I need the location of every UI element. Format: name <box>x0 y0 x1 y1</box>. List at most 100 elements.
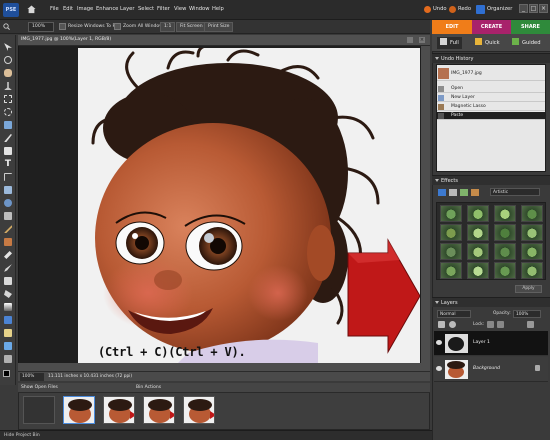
bin-actions-menu[interactable]: Bin Actions <box>136 385 161 390</box>
smart-brush-tool-icon[interactable] <box>4 277 12 285</box>
zoom-level-field[interactable]: 100% <box>28 22 54 32</box>
undo-history-item[interactable]: Open <box>437 85 545 93</box>
photo-effects-icon[interactable] <box>460 189 468 196</box>
menu-layer[interactable]: Layer <box>120 6 134 12</box>
tab-guided-edit[interactable]: Guided <box>512 37 541 49</box>
minimize-icon[interactable]: _ <box>519 4 528 13</box>
undo-history-item[interactable]: Magnetic Lasso <box>437 103 545 111</box>
healing-brush-tool-icon[interactable] <box>4 225 12 233</box>
collapse-triangle-icon[interactable] <box>435 301 439 304</box>
brush-tool-icon[interactable] <box>4 264 12 272</box>
new-layer-icon[interactable] <box>438 321 445 328</box>
undo-button[interactable]: Undo <box>433 6 447 12</box>
straighten-tool-icon[interactable] <box>4 212 12 220</box>
layer-name[interactable]: Background <box>473 366 500 371</box>
clone-stamp-tool-icon[interactable] <box>4 238 12 246</box>
menu-image[interactable]: Image <box>77 6 93 12</box>
bin-thumbnail[interactable] <box>103 396 135 424</box>
bin-thumbnail[interactable] <box>23 396 55 424</box>
effect-thumbnail[interactable] <box>467 262 489 279</box>
crop-tool-icon[interactable] <box>4 173 12 181</box>
collapse-triangle-icon[interactable] <box>435 57 439 60</box>
effects-header[interactable]: Effects <box>432 175 550 185</box>
hand-tool-icon[interactable] <box>4 69 12 77</box>
lock-all-icon[interactable] <box>497 321 504 328</box>
effect-thumbnail[interactable] <box>467 243 489 260</box>
quick-selection-tool-icon[interactable] <box>4 134 12 142</box>
resize-windows-checkbox[interactable] <box>59 23 66 30</box>
visibility-eye-icon[interactable] <box>436 340 442 345</box>
horizontal-scrollbar[interactable] <box>18 363 421 371</box>
sponge-tool-icon[interactable] <box>4 342 12 350</box>
hide-project-bin-button[interactable]: Hide Project Bin <box>4 433 40 438</box>
effect-thumbnail[interactable] <box>494 224 516 241</box>
effect-thumbnail[interactable] <box>494 243 516 260</box>
effect-thumbnail[interactable] <box>440 224 462 241</box>
layer-name[interactable]: Layer 1 <box>473 340 490 345</box>
menu-edit[interactable]: Edit <box>63 6 73 12</box>
tab-create[interactable]: CREATE <box>472 20 511 34</box>
visibility-eye-icon[interactable] <box>436 366 442 371</box>
trash-icon[interactable] <box>527 321 534 328</box>
layer-styles-icon[interactable] <box>449 189 457 196</box>
paint-bucket-tool-icon[interactable] <box>4 290 12 298</box>
shape-tool-icon[interactable] <box>4 316 12 324</box>
marquee-tool-icon[interactable] <box>4 95 12 103</box>
bin-thumbnail[interactable] <box>143 396 175 424</box>
effect-thumbnail[interactable] <box>521 262 543 279</box>
close-icon[interactable]: × <box>539 4 548 13</box>
layer-row-selected[interactable]: Layer 1 <box>434 331 548 356</box>
all-effects-icon[interactable] <box>471 189 479 196</box>
fit-screen-button[interactable]: Fit Screen <box>176 22 207 32</box>
vertical-scrollbar[interactable] <box>421 46 430 371</box>
bin-thumbnail-selected[interactable] <box>63 396 95 424</box>
move-tool-icon[interactable] <box>4 43 12 51</box>
organizer-icon[interactable] <box>476 5 485 14</box>
effect-thumbnail[interactable] <box>494 205 516 222</box>
gradient-tool-icon[interactable] <box>4 303 12 311</box>
bin-thumbnail[interactable] <box>183 396 215 424</box>
layer-row[interactable]: Background <box>434 357 548 382</box>
show-open-files-dropdown[interactable]: Show Open Files <box>21 385 58 390</box>
recompose-tool-icon[interactable] <box>4 186 12 194</box>
effect-thumbnail[interactable] <box>521 205 543 222</box>
pencil-tool-icon[interactable] <box>4 355 12 363</box>
organizer-button[interactable]: Organizer <box>487 6 512 12</box>
redo-button[interactable]: Redo <box>458 6 471 12</box>
status-zoom-field[interactable]: 100% <box>20 373 44 381</box>
effects-category-dropdown[interactable]: Artistic <box>490 188 540 196</box>
blend-mode-dropdown[interactable]: Normal <box>437 310 471 318</box>
actual-pixels-button[interactable]: 1:1 <box>160 22 176 32</box>
effect-thumbnail[interactable] <box>494 262 516 279</box>
menu-enhance[interactable]: Enhance <box>96 6 118 12</box>
document-minimize-icon[interactable] <box>407 37 413 43</box>
zoom-all-windows-checkbox[interactable] <box>114 23 121 30</box>
foreground-color-swatch[interactable] <box>3 370 10 377</box>
effect-thumbnail[interactable] <box>440 205 462 222</box>
type-tool-icon[interactable]: T <box>4 160 12 169</box>
menu-file[interactable]: File <box>50 6 59 12</box>
lock-transparent-icon[interactable] <box>487 321 494 328</box>
menu-select[interactable]: Select <box>138 6 154 12</box>
magic-wand-tool-icon[interactable] <box>4 121 12 129</box>
tab-edit[interactable]: EDIT <box>432 20 472 34</box>
apply-effect-button[interactable]: Apply <box>515 285 542 293</box>
eraser-tool-icon[interactable] <box>4 251 12 259</box>
cookie-cutter-tool-icon[interactable] <box>4 199 12 207</box>
lasso-tool-icon[interactable] <box>4 108 12 116</box>
effect-thumbnail[interactable] <box>521 243 543 260</box>
collapse-triangle-icon[interactable] <box>435 179 439 182</box>
menu-help[interactable]: Help <box>212 6 224 12</box>
zoom-tool-icon[interactable] <box>4 56 12 64</box>
maximize-icon[interactable]: □ <box>529 4 538 13</box>
effect-thumbnail[interactable] <box>467 224 489 241</box>
document-close-icon[interactable]: × <box>419 37 425 43</box>
undo-history-item[interactable]: New Layer <box>437 94 545 102</box>
menu-view[interactable]: View <box>174 6 186 12</box>
undo-history-item-selected[interactable]: Paste <box>437 112 545 120</box>
opacity-field[interactable]: 100% <box>513 310 541 318</box>
effect-thumbnail[interactable] <box>521 224 543 241</box>
effect-thumbnail[interactable] <box>440 262 462 279</box>
undo-history-snapshot[interactable]: IMG_1977.jpg <box>437 67 545 81</box>
layers-header[interactable]: Layers <box>432 297 550 307</box>
